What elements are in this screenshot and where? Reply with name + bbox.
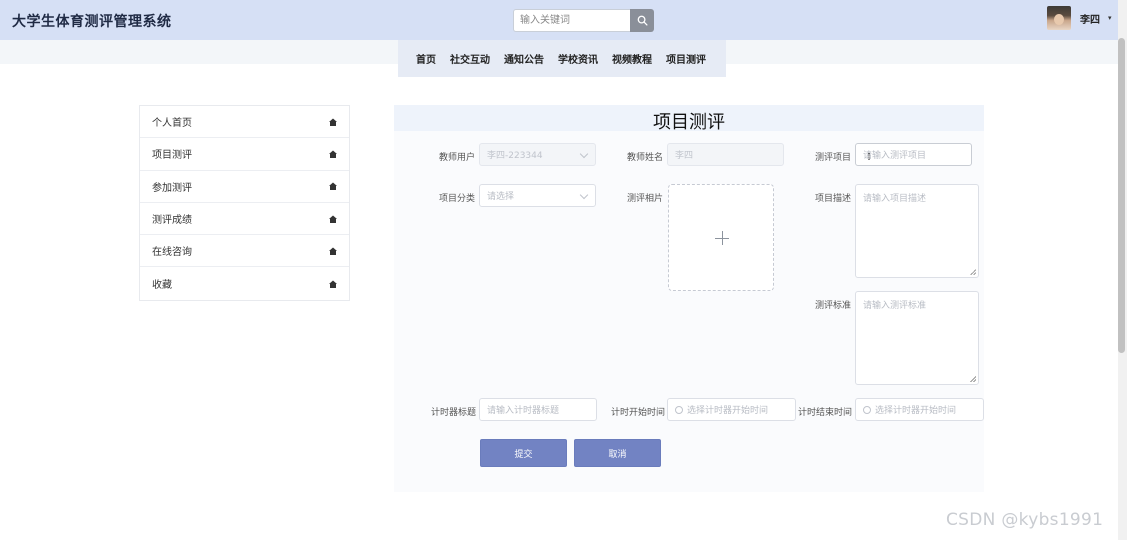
project-placeholder: 请输入测评项目 bbox=[863, 151, 927, 161]
timer-title-label: 计时器标题 bbox=[431, 408, 477, 418]
category-label: 项目分类 bbox=[439, 194, 476, 204]
chevron-down-icon bbox=[579, 149, 589, 158]
sidebar-item-scores[interactable]: 测评成绩 bbox=[140, 203, 349, 236]
teacher-name-value: 李四 bbox=[675, 151, 694, 161]
sidebar-item-label: 收藏 bbox=[152, 280, 172, 292]
timer-title-placeholder: 请输入计时器标题 bbox=[487, 406, 560, 416]
plus-icon-vertical bbox=[722, 231, 723, 245]
chevron-down-icon[interactable]: ▾ bbox=[1108, 14, 1112, 22]
teacher-name-label: 教师姓名 bbox=[627, 153, 664, 163]
teacher-user-label: 教师用户 bbox=[439, 153, 476, 163]
nav-item-home[interactable]: 首页 bbox=[416, 51, 436, 66]
home-icon bbox=[329, 182, 337, 191]
page-title: 项目测评 bbox=[653, 112, 725, 133]
nav-item-assessment[interactable]: 项目测评 bbox=[666, 51, 706, 66]
home-icon bbox=[329, 118, 337, 126]
standard-label: 测评标准 bbox=[815, 301, 852, 311]
sidebar-item-home[interactable]: 个人首页 bbox=[140, 106, 349, 139]
sidebar-item-label: 参加测评 bbox=[152, 182, 192, 194]
search-icon bbox=[637, 15, 648, 26]
clock-icon bbox=[675, 405, 683, 414]
standard-textarea[interactable]: 请输入测评标准 bbox=[855, 291, 979, 385]
photo-label: 测评相片 bbox=[627, 194, 664, 204]
nav-item-social[interactable]: 社交互动 bbox=[450, 51, 490, 66]
sidebar-item-label: 个人首页 bbox=[152, 118, 192, 130]
sidebar-item-join[interactable]: 参加测评 bbox=[140, 171, 349, 203]
cancel-button[interactable]: 取消 bbox=[574, 439, 661, 467]
desc-label: 项目描述 bbox=[815, 194, 852, 204]
home-icon bbox=[329, 150, 337, 158]
sidebar-item-label: 项目测评 bbox=[152, 150, 192, 162]
search-box bbox=[513, 9, 654, 32]
username[interactable]: 李四 bbox=[1080, 11, 1100, 26]
sidebar-item-assessment[interactable]: 项目测评 bbox=[140, 138, 349, 171]
category-select[interactable]: 请选择 bbox=[479, 184, 596, 207]
sidebar-item-label: 在线咨询 bbox=[152, 247, 192, 259]
nav-item-news[interactable]: 学校资讯 bbox=[558, 51, 598, 66]
home-icon bbox=[329, 215, 337, 223]
category-placeholder: 请选择 bbox=[487, 192, 515, 202]
chevron-down-icon bbox=[579, 190, 589, 199]
search-input[interactable] bbox=[513, 9, 630, 32]
avatar[interactable] bbox=[1047, 6, 1071, 30]
resize-handle-icon[interactable] bbox=[970, 376, 976, 382]
standard-placeholder: 请输入测评标准 bbox=[863, 301, 927, 311]
start-time-label: 计时开始时间 bbox=[611, 408, 666, 418]
start-time-placeholder: 选择计时器开始时间 bbox=[687, 406, 769, 416]
resize-handle-icon[interactable] bbox=[970, 269, 976, 275]
app-title: 大学生体育测评管理系统 bbox=[12, 14, 172, 30]
sidebar-item-label: 测评成绩 bbox=[152, 215, 192, 227]
sidebar-item-favorites[interactable]: 收藏 bbox=[140, 267, 349, 299]
text-cursor-icon bbox=[868, 153, 870, 160]
user-menu[interactable]: 李四 ▾ bbox=[1047, 6, 1112, 30]
teacher-name-field: 李四 bbox=[667, 143, 784, 166]
submit-button[interactable]: 提交 bbox=[480, 439, 567, 467]
scrollbar-thumb[interactable] bbox=[1118, 38, 1125, 353]
project-label: 测评项目 bbox=[815, 153, 852, 163]
sidebar-item-consult[interactable]: 在线咨询 bbox=[140, 235, 349, 268]
teacher-user-value: 李四-223344 bbox=[487, 151, 543, 161]
top-header: 大学生体育测评管理系统 李四 ▾ bbox=[0, 0, 1127, 40]
desc-placeholder: 请输入项目描述 bbox=[863, 194, 927, 204]
teacher-user-select: 李四-223344 bbox=[479, 143, 596, 166]
search-button[interactable] bbox=[630, 9, 654, 32]
photo-uploader[interactable] bbox=[668, 184, 774, 291]
clock-icon bbox=[863, 405, 871, 414]
start-time-picker[interactable]: 选择计时器开始时间 bbox=[667, 398, 796, 421]
nav-item-notice[interactable]: 通知公告 bbox=[504, 51, 544, 66]
timer-title-input[interactable]: 请输入计时器标题 bbox=[479, 398, 597, 421]
main-nav: 首页 社交互动 通知公告 学校资讯 视频教程 项目测评 bbox=[398, 40, 726, 77]
home-icon bbox=[329, 247, 337, 255]
project-input[interactable]: 请输入测评项目 bbox=[855, 143, 972, 166]
end-time-picker[interactable]: 选择计时器开始时间 bbox=[855, 398, 984, 421]
end-time-label: 计时结束时间 bbox=[798, 408, 853, 418]
home-icon bbox=[329, 280, 337, 288]
page-scrollbar[interactable] bbox=[1118, 0, 1127, 540]
nav-item-videos[interactable]: 视频教程 bbox=[612, 51, 652, 66]
watermark: CSDN @kybs1991 bbox=[946, 510, 1104, 530]
desc-textarea[interactable]: 请输入项目描述 bbox=[855, 184, 979, 278]
end-time-placeholder: 选择计时器开始时间 bbox=[875, 406, 957, 416]
sidebar-menu: 个人首页 项目测评 参加测评 测评成绩 在线咨询 收藏 bbox=[139, 105, 350, 301]
